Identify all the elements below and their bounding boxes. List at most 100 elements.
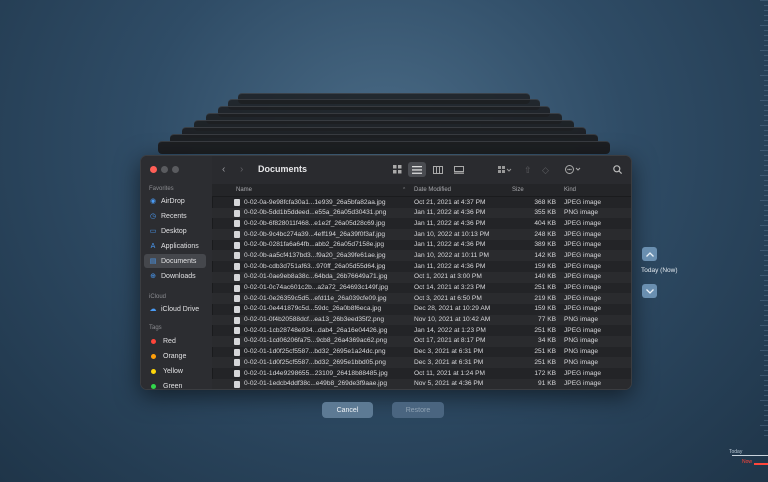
- sidebar: Favorites ◉ AirDrop ◷ Recents ▭ Desktop A Appli…: [141, 156, 213, 389]
- icon-view-button[interactable]: [388, 162, 406, 177]
- timeline-tick: [764, 205, 768, 206]
- share-icon[interactable]: ⇧: [524, 164, 532, 176]
- file-row[interactable]: 0-02-0b-9c4bc274a39...4eff194_26a39f0f3a…: [212, 229, 631, 240]
- sidebar-item-desktop[interactable]: ▭ Desktop: [144, 224, 206, 238]
- search-button[interactable]: [608, 162, 626, 177]
- timeline-tick: [764, 65, 768, 66]
- file-kind: PNG image: [564, 348, 599, 356]
- jpeg-file-icon: [234, 305, 240, 313]
- png-file-icon: [234, 359, 240, 367]
- timeline-tick: [764, 190, 768, 191]
- file-row[interactable]: 0-02-0a-9e98fcfa30a1...1e939_26a5bfa82aa…: [212, 197, 631, 208]
- file-row[interactable]: 0-02-0b-5dd1b5ddeed...e55a_26a05d30431.p…: [212, 207, 631, 219]
- window-title: Documents: [258, 164, 308, 174]
- file-row[interactable]: 0-02-01-0e26359c5d5...efd11e_26a039cfe09…: [212, 293, 631, 304]
- file-size: 91 KB: [538, 380, 556, 388]
- file-date: Jan 11, 2022 at 4:36 PM: [414, 219, 486, 227]
- action-menu-button[interactable]: [562, 162, 584, 177]
- grid-icon: [392, 165, 401, 174]
- file-row[interactable]: 0-02-0b-6f828011f468...e1e2f_26a05d28c69…: [212, 218, 631, 229]
- file-size: 219 KB: [534, 294, 556, 302]
- timeline-tick: [764, 370, 768, 371]
- jpeg-file-icon: [234, 273, 240, 281]
- sidebar-item-downloads[interactable]: ⊕ Downloads: [144, 269, 206, 283]
- column-date-modified[interactable]: Date Modified: [414, 187, 451, 193]
- file-name: 0-02-0b-aa5cf4137bd3...f9a20_26a39fe61ae…: [244, 251, 386, 259]
- file-row[interactable]: 0-02-01-1cb28748e934...dab4_26a16e04426.…: [212, 325, 631, 336]
- file-row[interactable]: 0-02-0b-0281fa6a64fb...abb2_26a05d7158e.…: [212, 240, 631, 251]
- column-name[interactable]: Name: [236, 187, 252, 193]
- zoom-window-button[interactable]: [172, 166, 179, 173]
- tag-icon[interactable]: ◇: [542, 164, 549, 176]
- timeline-tick: [764, 20, 768, 21]
- sidebar-tag-red[interactable]: Red: [144, 334, 206, 348]
- file-kind: JPEG image: [564, 380, 602, 388]
- gallery-view-button[interactable]: [450, 162, 468, 177]
- timeline[interactable]: Today Now: [729, 0, 768, 482]
- desktop-icon: ▭: [149, 227, 157, 235]
- group-button[interactable]: [494, 162, 516, 177]
- file-size: 355 KB: [534, 209, 556, 217]
- tags-header: Tags: [149, 325, 162, 331]
- minimize-window-button[interactable]: [161, 166, 168, 173]
- timeline-tick: [764, 335, 768, 336]
- timeline-tick: [760, 400, 768, 401]
- file-row[interactable]: 0-02-01-1d0f25cf5587...bd32_2695e1a24dc.…: [212, 347, 631, 358]
- file-name: 0-02-01-0f4b20588dcf...ea13_26b3eed35f2.…: [244, 316, 385, 324]
- file-row[interactable]: 0-02-0b-cdb3d751af63...970ff_26a05d55d64…: [212, 261, 631, 272]
- forward-button[interactable]: ›: [240, 164, 243, 176]
- sidebar-item-recents[interactable]: ◷ Recents: [144, 209, 206, 223]
- earlier-backup-button[interactable]: [642, 247, 657, 261]
- column-view-button[interactable]: [429, 162, 447, 177]
- file-name: 0-02-01-1d0f25cf5587...bd32_2695e1bbd05.…: [244, 358, 386, 366]
- timeline-now-marker: [754, 463, 768, 465]
- file-row[interactable]: 0-02-01-0c74ac601c2b...a2a72_264693c149f…: [212, 283, 631, 294]
- jpeg-file-icon: [234, 295, 240, 303]
- file-row[interactable]: 0-02-01-1edcb4ddf38c...e49b8_269de3f9aae…: [212, 378, 631, 389]
- timeline-tick: [764, 270, 768, 271]
- timeline-tick: [764, 315, 768, 316]
- file-row[interactable]: 0-02-01-0e441879c5d...59dc_26a0b8f6eca.j…: [212, 304, 631, 315]
- timeline-tick: [760, 250, 768, 251]
- file-row[interactable]: 0-02-01-1cd06206fa75...9cb8_26a4369ac62.…: [212, 335, 631, 347]
- sidebar-item-documents[interactable]: ▤ Documents: [144, 254, 206, 268]
- sidebar-tag-yellow[interactable]: Yellow: [144, 364, 206, 378]
- column-size[interactable]: Size: [512, 187, 524, 193]
- sidebar-item-airdrop[interactable]: ◉ AirDrop: [144, 194, 206, 208]
- file-date: Oct 11, 2021 at 1:24 PM: [414, 369, 485, 377]
- later-backup-button[interactable]: [642, 284, 657, 298]
- favorites-header: Favorites: [149, 186, 174, 192]
- file-kind: JPEG image: [564, 262, 602, 270]
- timeline-tick: [764, 85, 768, 86]
- timeline-tick: [764, 130, 768, 131]
- timeline-tick: [764, 365, 768, 366]
- timeline-tick: [760, 50, 768, 51]
- file-row[interactable]: 0-02-0b-aa5cf4137bd3...f9a20_26a39fe61ae…: [212, 250, 631, 262]
- file-row[interactable]: 0-02-01-0ae9eb8a38c...64bda_26b76649a71.…: [212, 271, 631, 283]
- file-date: Oct 21, 2021 at 4:37 PM: [414, 198, 486, 206]
- restore-button[interactable]: Restore: [392, 402, 444, 418]
- timeline-tick: [764, 115, 768, 116]
- file-row[interactable]: 0-02-01-1d4e9298655...23109_26418b88485.…: [212, 368, 631, 379]
- back-button[interactable]: ‹: [222, 164, 225, 176]
- sidebar-tag-green[interactable]: Green: [144, 379, 206, 389]
- column-kind[interactable]: Kind: [564, 187, 576, 193]
- file-row[interactable]: 0-02-01-1d0f25cf5587...bd32_2695e1bbd05.…: [212, 357, 631, 368]
- file-kind: JPEG image: [564, 219, 602, 227]
- timeline-tick: [764, 290, 768, 291]
- timeline-tick: [764, 5, 768, 6]
- timeline-tick: [764, 240, 768, 241]
- close-window-button[interactable]: [150, 166, 157, 173]
- timeline-tick: [764, 260, 768, 261]
- sidebar-tag-orange[interactable]: Orange: [144, 349, 206, 363]
- cancel-button[interactable]: Cancel: [322, 402, 373, 418]
- file-size: 251 KB: [534, 348, 556, 356]
- file-name: 0-02-0a-9e98fcfa30a1...1e939_26a5bfa82aa…: [244, 198, 386, 206]
- sidebar-item-icloud-drive[interactable]: ☁ iCloud Drive: [144, 302, 206, 316]
- sidebar-item-applications[interactable]: A Applications: [144, 239, 206, 253]
- file-name: 0-02-01-0c74ac601c2b...a2a72_264693c149f…: [244, 284, 389, 291]
- file-row[interactable]: 0-02-01-0f4b20588dcf...ea13_26b3eed35f2.…: [212, 314, 631, 326]
- list-view-button[interactable]: [408, 162, 426, 177]
- chevron-up-icon: [645, 251, 654, 257]
- clock-icon: ◷: [149, 212, 157, 220]
